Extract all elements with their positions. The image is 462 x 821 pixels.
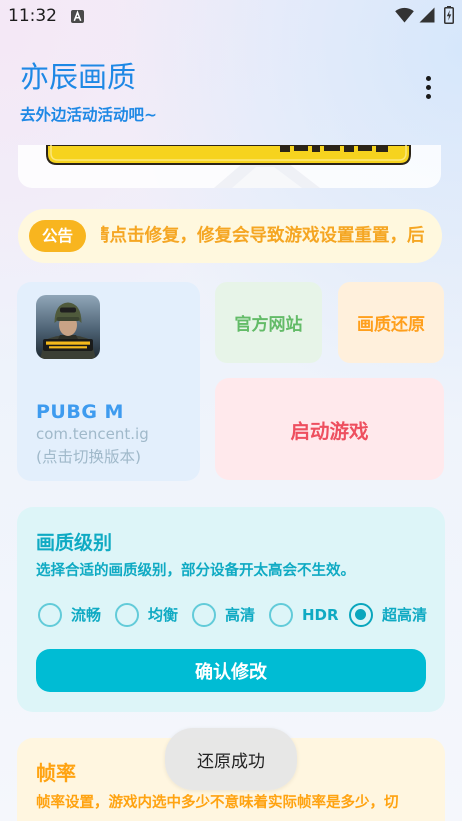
quality-option-label: 流畅 xyxy=(71,606,102,624)
radio-button[interactable] xyxy=(192,603,216,627)
notification-a-icon xyxy=(71,10,84,23)
game-name: PUBG M xyxy=(36,401,124,423)
radio-button[interactable] xyxy=(38,603,62,627)
quality-option-label: 均衡 xyxy=(148,606,179,624)
radio-button[interactable] xyxy=(115,603,139,627)
switch-version-hint: (点击切换版本) xyxy=(36,448,142,466)
app-title: 亦辰画质 xyxy=(20,60,137,94)
toast-text: 还原成功 xyxy=(197,751,265,772)
launch-game-label: 启动游戏 xyxy=(290,419,369,443)
confirm-change-label: 确认修改 xyxy=(195,661,267,683)
announcement-badge: 公告 xyxy=(29,220,86,252)
launch-game-button[interactable]: 启动游戏 xyxy=(215,378,444,480)
banner-image[interactable] xyxy=(18,145,441,188)
status-time: 11:32 xyxy=(8,6,57,26)
frame-rate-description: 帧率设置，游戏内选中多少不意味着实际帧率是多少，切 xyxy=(36,795,399,811)
app-subtitle: 去外边活动活动吧~ xyxy=(20,106,157,124)
quality-level-panel: 画质级别 选择合适的画质级别，部分设备开太高会不生效。 流畅 均衡 高清 HDR… xyxy=(17,507,445,712)
status-bar: 11:32 xyxy=(0,0,462,32)
official-website-label: 官方网站 xyxy=(234,315,303,335)
quality-option-label: 高清 xyxy=(225,606,256,624)
quality-title: 画质级别 xyxy=(36,532,113,554)
radio-button[interactable] xyxy=(269,603,293,627)
announcement-bar: 公告 请点击修复，修复会导致游戏设置重置，后 xyxy=(18,209,442,263)
announcement-marquee: 请点击修复，修复会导致游戏设置重置，后 xyxy=(101,209,431,263)
frame-rate-title: 帧率 xyxy=(36,761,76,785)
announcement-text: 请点击修复，修复会导致游戏设置重置，后 xyxy=(101,226,425,246)
restore-quality-label: 画质还原 xyxy=(357,315,425,335)
toast-message: 还原成功 xyxy=(165,728,297,790)
official-website-button[interactable]: 官方网站 xyxy=(215,282,322,363)
quality-option[interactable]: 流畅 xyxy=(38,603,101,627)
game-card[interactable]: PUBG M com.tencent.ig (点击切换版本) xyxy=(17,282,200,481)
radio-button[interactable] xyxy=(349,603,373,627)
quality-option[interactable]: HDR xyxy=(269,603,339,627)
restore-quality-button[interactable]: 画质还原 xyxy=(338,282,444,363)
more-vert-icon[interactable] xyxy=(421,74,435,102)
pubg-app-icon xyxy=(36,295,100,359)
quality-description: 选择合适的画质级别，部分设备开太高会不生效。 xyxy=(36,563,355,579)
game-package-name: com.tencent.ig xyxy=(36,425,149,443)
battery-charging-icon xyxy=(444,6,454,24)
wifi-icon xyxy=(395,7,414,23)
quality-option[interactable]: 均衡 xyxy=(115,603,178,627)
signal-icon xyxy=(419,7,435,23)
quality-option-label: HDR xyxy=(302,606,339,624)
quality-option[interactable]: 超高清 xyxy=(349,603,427,627)
quality-option[interactable]: 高清 xyxy=(192,603,255,627)
confirm-change-button[interactable]: 确认修改 xyxy=(36,649,426,692)
quality-option-label: 超高清 xyxy=(382,606,428,624)
